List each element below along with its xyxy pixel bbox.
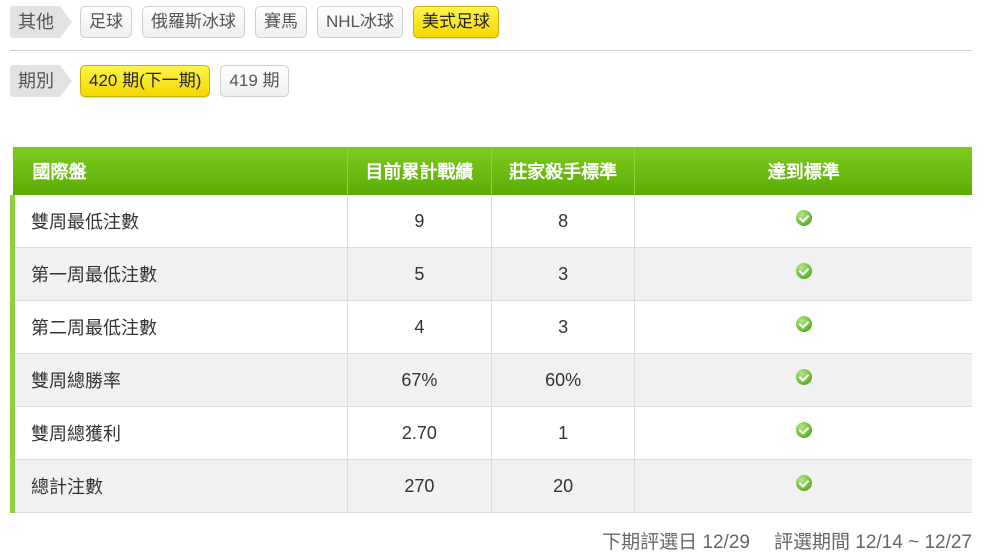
row-current: 270: [347, 459, 492, 513]
next-review-date: 下期評選日 12/29: [602, 532, 750, 553]
row-standard: 60%: [491, 353, 636, 407]
row-standard: 3: [491, 300, 636, 354]
row-current: 4: [347, 300, 492, 354]
col-header-met: 達到標準: [634, 147, 972, 195]
table-row: 雙周總獲利 2.70 1: [9, 406, 972, 460]
col-header-standard: 莊家殺手標準: [491, 147, 636, 195]
check-icon: [795, 262, 812, 279]
check-icon: [795, 474, 812, 491]
period-nav: 期別 420 期(下一期) 419 期: [10, 65, 299, 97]
stats-table: 國際盤 目前累計戰績 莊家殺手標準 達到標準 雙周最低注數 9 8 第一周最低注…: [9, 147, 972, 513]
row-met: [634, 195, 972, 248]
table-row: 第二周最低注數 4 3: [9, 300, 972, 354]
table-row: 雙周最低注數 9 8: [9, 195, 972, 248]
sport-tab-soccer[interactable]: 足球: [80, 6, 132, 38]
row-standard: 20: [491, 459, 636, 513]
sport-tab-american-football[interactable]: 美式足球: [413, 6, 500, 38]
period-tab-419[interactable]: 419 期: [220, 65, 289, 97]
row-name: 雙周總獲利: [9, 406, 349, 460]
row-current: 67%: [347, 353, 492, 407]
row-name: 雙周總勝率: [9, 353, 349, 407]
row-standard: 1: [491, 406, 636, 460]
sport-tab-russian-hockey[interactable]: 俄羅斯冰球: [142, 6, 245, 38]
row-met: [634, 353, 972, 407]
period-nav-label: 期別: [10, 65, 72, 97]
review-period: 評選期間 12/14 ~ 12/27: [773, 532, 972, 553]
sport-tab-horse-racing[interactable]: 賽馬: [255, 6, 307, 38]
row-met: [634, 406, 972, 460]
check-icon: [795, 315, 812, 332]
col-header-market: 國際盤: [12, 147, 349, 195]
table-row: 雙周總勝率 67% 60%: [9, 353, 972, 407]
table-row: 總計注數 270 20: [9, 459, 972, 513]
check-icon: [795, 368, 812, 385]
sport-nav: 其他 足球 俄羅斯冰球 賽馬 NHL冰球 美式足球: [10, 6, 509, 38]
row-name: 第二周最低注數: [9, 300, 349, 354]
table-header-row: 國際盤 目前累計戰績 莊家殺手標準 達到標準: [12, 147, 972, 195]
row-current: 2.70: [347, 406, 492, 460]
sport-tab-nhl-hockey[interactable]: NHL冰球: [317, 6, 404, 38]
review-info: 下期評選日 12/29 評選期間 12/14 ~ 12/27: [602, 527, 972, 554]
table-row: 第一周最低注數 5 3: [9, 247, 972, 301]
row-standard: 3: [491, 247, 636, 301]
row-current: 9: [347, 195, 492, 248]
sport-nav-label: 其他: [10, 6, 72, 38]
divider: [10, 50, 972, 51]
check-icon: [795, 209, 812, 226]
col-header-current-record: 目前累計戰績: [347, 147, 492, 195]
row-name: 總計注數: [9, 459, 349, 513]
row-name: 第一周最低注數: [9, 247, 349, 301]
row-current: 5: [347, 247, 492, 301]
row-standard: 8: [491, 195, 636, 248]
period-tab-420[interactable]: 420 期(下一期): [80, 65, 211, 97]
row-name: 雙周最低注數: [9, 195, 349, 248]
check-icon: [795, 421, 812, 438]
row-met: [634, 247, 972, 301]
row-met: [634, 300, 972, 354]
row-met: [634, 459, 972, 513]
